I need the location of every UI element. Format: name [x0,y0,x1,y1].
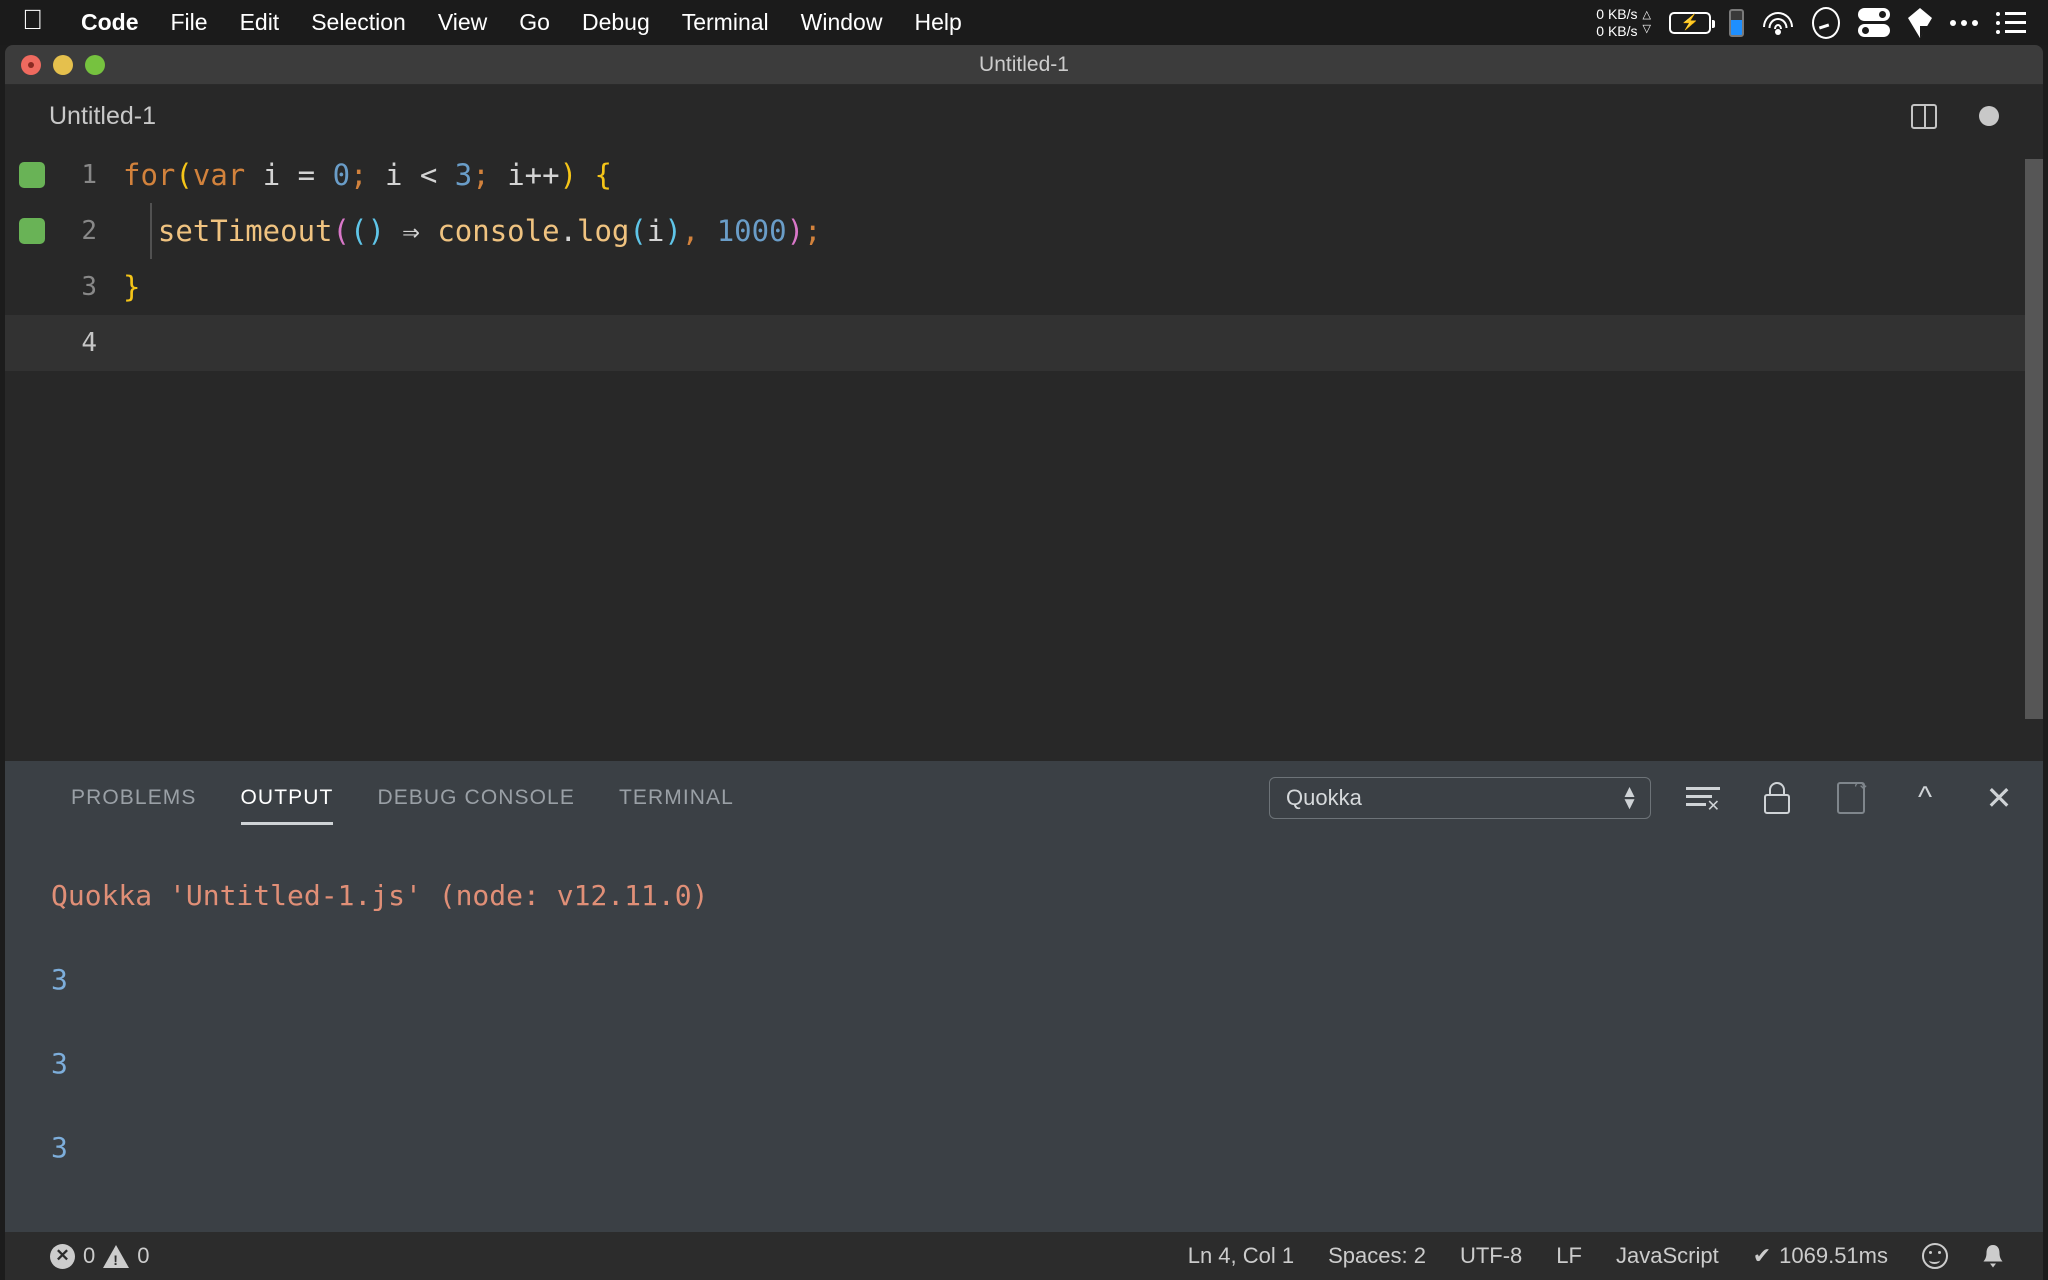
warning-triangle-icon [103,1244,130,1268]
menubar-status-items: 0 KB/s 0 KB/s △ ▽ ⚡ [1596,6,2048,39]
notifications-bell-icon[interactable] [1965,1243,2021,1269]
tab-terminal[interactable]: TERMINAL [597,761,756,835]
menu-item-selection[interactable]: Selection [295,9,422,36]
editor-vertical-scrollbar[interactable] [2025,147,2043,761]
output-value: 3 [51,1046,68,1080]
code-line-4[interactable]: 4 [5,315,2043,371]
network-upload-speed: 0 KB/s [1596,6,1638,23]
vscode-window: Untitled-1 Untitled-1 1 for(var i = 0; i… [5,45,2043,1280]
kite-shape [1908,7,1932,38]
status-cursor-position[interactable]: Ln 4, Col 1 [1171,1243,1311,1269]
menu-item-window[interactable]: Window [785,9,899,36]
menu-item-edit[interactable]: Edit [224,9,296,36]
download-arrow-icon: ▽ [1642,22,1651,35]
minimize-window-button[interactable] [53,54,73,75]
menu-item-file[interactable]: File [155,9,224,36]
output-content[interactable]: Quokka 'Untitled-1.js' (node: v12.11.0) … [5,835,2043,1189]
menu-item-debug[interactable]: Debug [566,9,666,36]
close-panel-icon[interactable]: ✕ [1977,776,2021,820]
window-titlebar: Untitled-1 [5,45,2043,85]
smiley-feedback-icon[interactable] [1905,1243,1965,1269]
status-bar: ✕ 0 0 Ln 4, Col 1 Spaces: 2 UTF-8 LF Jav… [5,1232,2043,1280]
clear-output-icon[interactable]: ✕ [1681,776,1725,820]
panel-toolbar: Quokka ▲ ▼ ✕ ↷ ^ ✕ [1269,761,2021,835]
error-count: 0 [83,1243,96,1268]
select-spinner-icon: ▲ ▼ [1621,781,1638,813]
editor-tab-filename[interactable]: Untitled-1 [49,102,156,131]
quokka-live-marker-icon [19,218,45,244]
control-center-list-icon[interactable] [1996,11,2026,34]
maximize-panel-chevron-icon[interactable]: ^ [1903,776,1947,820]
status-encoding[interactable]: UTF-8 [1443,1243,1539,1269]
menu-item-go[interactable]: Go [503,9,566,36]
status-eol[interactable]: LF [1539,1243,1599,1269]
lock-scroll-icon[interactable] [1755,776,1799,820]
run-check-icon: ✔ [1752,1243,1772,1268]
wifi-icon[interactable] [1762,11,1794,35]
upload-arrow-icon: △ [1642,9,1651,22]
bottom-panel: PROBLEMS OUTPUT DEBUG CONSOLE TERMINAL Q… [5,761,2043,1253]
output-value: 3 [51,1130,68,1164]
gauge-icon[interactable] [1812,6,1840,39]
window-traffic-lights [5,54,105,75]
output-header-line: Quokka 'Untitled-1.js' (node: v12.11.0) [51,853,2043,937]
zoom-window-button[interactable] [85,54,105,75]
window-title: Untitled-1 [979,52,1069,76]
line-number: 3 [81,272,97,302]
network-speed-indicator[interactable]: 0 KB/s 0 KB/s △ ▽ [1596,6,1651,38]
status-language-mode[interactable]: JavaScript [1599,1243,1736,1269]
close-window-button[interactable] [21,54,41,75]
code-text-line-3: } [123,270,141,304]
scrollbar-thumb[interactable] [2025,159,2043,719]
code-editor[interactable]: 1 for(var i = 0; i < 3; i++) { 2 setTime… [5,147,2043,761]
output-header-text: Quokka 'Untitled-1.js' (node: v12.11.0) [51,878,709,912]
status-right-group: Ln 4, Col 1 Spaces: 2 UTF-8 LF JavaScrip… [1171,1243,2043,1269]
bell-shape [1983,1245,2003,1268]
split-editor-icon[interactable] [1911,103,1937,129]
code-line-1[interactable]: 1 for(var i = 0; i < 3; i++) { [5,147,2043,203]
toggles-icon[interactable] [1858,7,1890,38]
open-in-editor-icon[interactable]: ↷ [1829,776,1873,820]
status-indentation[interactable]: Spaces: 2 [1311,1243,1443,1269]
output-channel-select[interactable]: Quokka ▲ ▼ [1269,777,1651,819]
unsaved-changes-dot[interactable] [1979,106,1999,126]
error-circle-icon: ✕ [50,1243,75,1269]
code-text-line-1: for(var i = 0; i < 3; i++) { [123,158,612,192]
apple-logo-icon[interactable]:  [22,5,43,34]
warning-count: 0 [137,1243,150,1268]
network-download-speed: 0 KB/s [1596,22,1638,39]
menu-item-terminal[interactable]: Terminal [666,9,785,36]
battery-charging-icon[interactable]: ⚡ [1669,11,1715,34]
more-dots-icon[interactable] [1950,19,1978,26]
bolt-glyph: ⚡ [1680,14,1700,31]
code-line-2[interactable]: 2 setTimeout(() ⇒ console.log(i), 1000); [5,203,2043,259]
tab-debug-console[interactable]: DEBUG CONSOLE [355,761,597,835]
tab-output[interactable]: OUTPUT [219,761,356,835]
blue-level-indicator-icon[interactable] [1729,8,1744,37]
code-text-line-2: setTimeout(() ⇒ console.log(i), 1000); [157,214,822,248]
output-channel-value: Quokka [1286,785,1362,810]
menu-item-code[interactable]: Code [65,9,155,36]
status-problems[interactable]: ✕ 0 0 [33,1243,167,1269]
line-number: 4 [81,328,97,358]
editor-actions [1911,103,2021,129]
indent-guide [150,203,152,259]
output-value: 3 [51,962,68,996]
menu-item-help[interactable]: Help [898,9,977,36]
code-line-3[interactable]: 3 } [5,259,2043,315]
output-value-row: 3 [51,1105,2043,1189]
status-left-group: ✕ 0 0 [5,1243,167,1269]
output-value-row: 3 [51,1021,2043,1105]
editor-tab-header: Untitled-1 [5,85,2043,147]
output-value-row: 3 [51,937,2043,1021]
run-time-value: 1069.51ms [1779,1243,1888,1268]
tab-problems[interactable]: PROBLEMS [49,761,219,835]
kite-app-icon[interactable] [1908,7,1932,38]
quokka-live-marker-icon [19,162,45,188]
macos-menubar:  Code File Edit Selection View Go Debug… [0,0,2048,45]
menu-item-view[interactable]: View [422,9,503,36]
status-run-time[interactable]: ✔ 1069.51ms [1736,1243,1905,1269]
